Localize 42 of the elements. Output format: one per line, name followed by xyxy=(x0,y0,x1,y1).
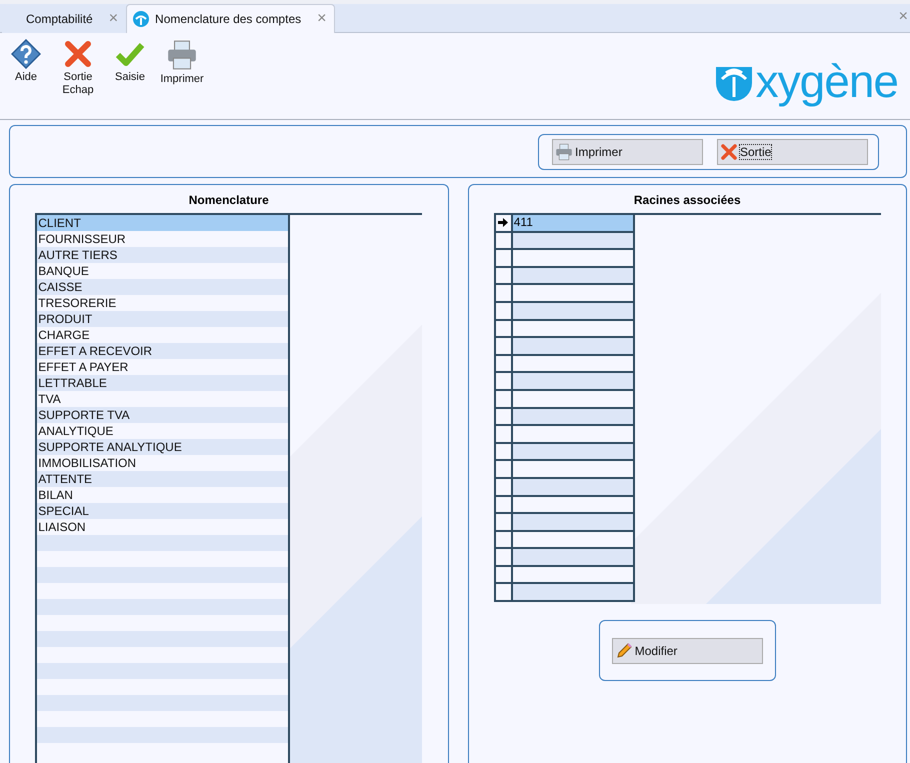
action-button[interactable]: Imprimer xyxy=(552,138,703,165)
grid-cell[interactable] xyxy=(512,549,633,565)
close-icon xyxy=(63,39,93,69)
grid-cell[interactable] xyxy=(512,408,633,424)
list-item[interactable]: SUPPORTE ANALYTIQUE xyxy=(37,439,288,455)
panel-title: Nomenclature xyxy=(188,193,269,209)
list-item[interactable]: ATTENTE xyxy=(37,471,288,487)
close-icon xyxy=(720,142,738,161)
list-item[interactable]: SPECIAL xyxy=(37,503,288,519)
action-button[interactable]: Sortie xyxy=(717,138,868,165)
list-item[interactable]: PRODUIT xyxy=(37,311,288,327)
printer-icon xyxy=(555,142,573,161)
grid-cell[interactable] xyxy=(512,302,633,319)
logo-text: xygène xyxy=(756,54,898,109)
pencil-icon xyxy=(614,642,633,660)
help-icon xyxy=(11,39,41,69)
grid-cell[interactable] xyxy=(512,268,633,284)
list-item[interactable]: AUTRE TIERS xyxy=(37,247,288,263)
toolbar-button[interactable]: Saisie xyxy=(110,39,150,84)
grid-cell[interactable] xyxy=(512,373,633,389)
list-item[interactable]: EFFET A RECEVOIR xyxy=(37,343,288,359)
tab[interactable]: Nomenclature des comptes × xyxy=(126,4,336,33)
printer-icon xyxy=(166,39,198,71)
grid-cell[interactable] xyxy=(512,338,633,354)
toolbar-button[interactable]: Aide xyxy=(6,39,46,84)
modify-button[interactable]: Modifier xyxy=(612,638,763,664)
list-item[interactable]: CLIENT xyxy=(37,215,288,231)
grid-cell[interactable] xyxy=(512,232,633,248)
grid-cell[interactable] xyxy=(512,584,633,600)
toolbar-button[interactable]: Sortie Echap xyxy=(58,39,98,97)
tab-label: Comptabilité xyxy=(26,12,93,26)
toolbar-button[interactable]: Imprimer xyxy=(162,39,202,86)
list-item[interactable]: CAISSE xyxy=(37,279,288,295)
grid-cell[interactable] xyxy=(512,444,633,460)
list-item[interactable]: LETTRABLE xyxy=(37,375,288,391)
grid-cell[interactable]: 411 xyxy=(512,215,633,231)
panel-title: Racines associées xyxy=(634,193,741,209)
tab-label: Nomenclature des comptes xyxy=(155,12,302,26)
grid-cell[interactable] xyxy=(512,478,633,494)
list-item[interactable]: SUPPORTE TVA xyxy=(37,407,288,423)
grid-cell[interactable] xyxy=(512,514,633,530)
arrow-icon xyxy=(498,218,508,228)
